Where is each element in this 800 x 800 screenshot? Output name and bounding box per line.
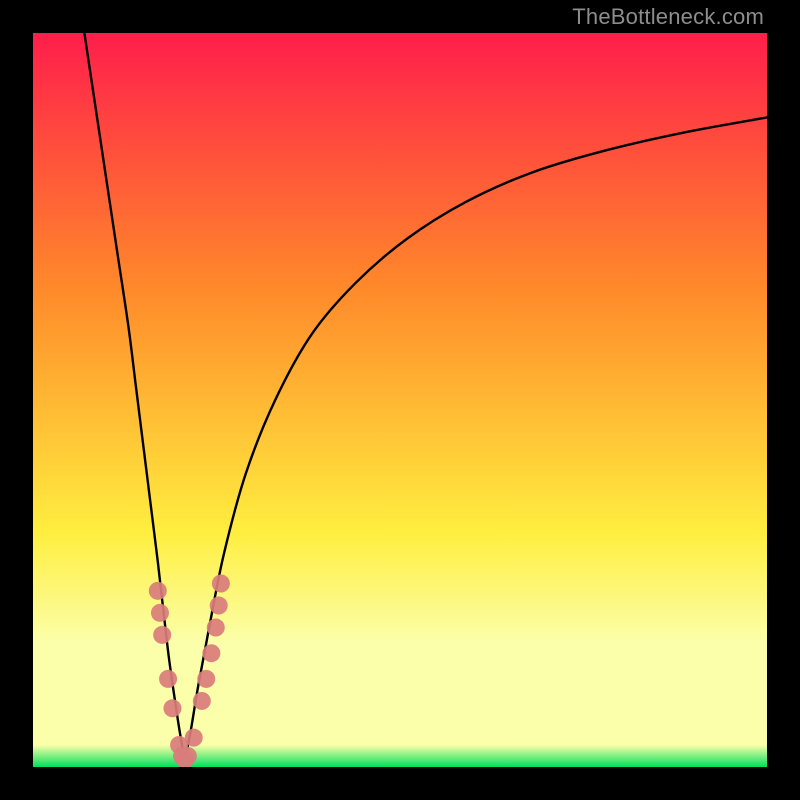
marker-cluster	[149, 575, 230, 768]
data-marker	[207, 619, 225, 637]
data-marker	[193, 692, 211, 710]
right-branch	[185, 117, 767, 759]
data-marker	[163, 699, 181, 717]
plot-area	[33, 33, 767, 767]
left-branch	[84, 33, 185, 760]
data-marker	[210, 597, 228, 615]
curve-right-branch	[185, 117, 767, 759]
data-marker	[212, 575, 230, 593]
curve-layer	[33, 33, 767, 767]
chart-frame: TheBottleneck.com	[0, 0, 800, 800]
data-marker	[179, 747, 197, 765]
data-marker	[197, 670, 215, 688]
data-marker	[151, 604, 169, 622]
data-marker	[149, 582, 167, 600]
curve-left-branch	[84, 33, 185, 760]
data-marker	[185, 729, 203, 747]
data-marker	[153, 626, 171, 644]
watermark-text: TheBottleneck.com	[572, 4, 764, 30]
data-marker	[159, 670, 177, 688]
data-marker	[202, 644, 220, 662]
